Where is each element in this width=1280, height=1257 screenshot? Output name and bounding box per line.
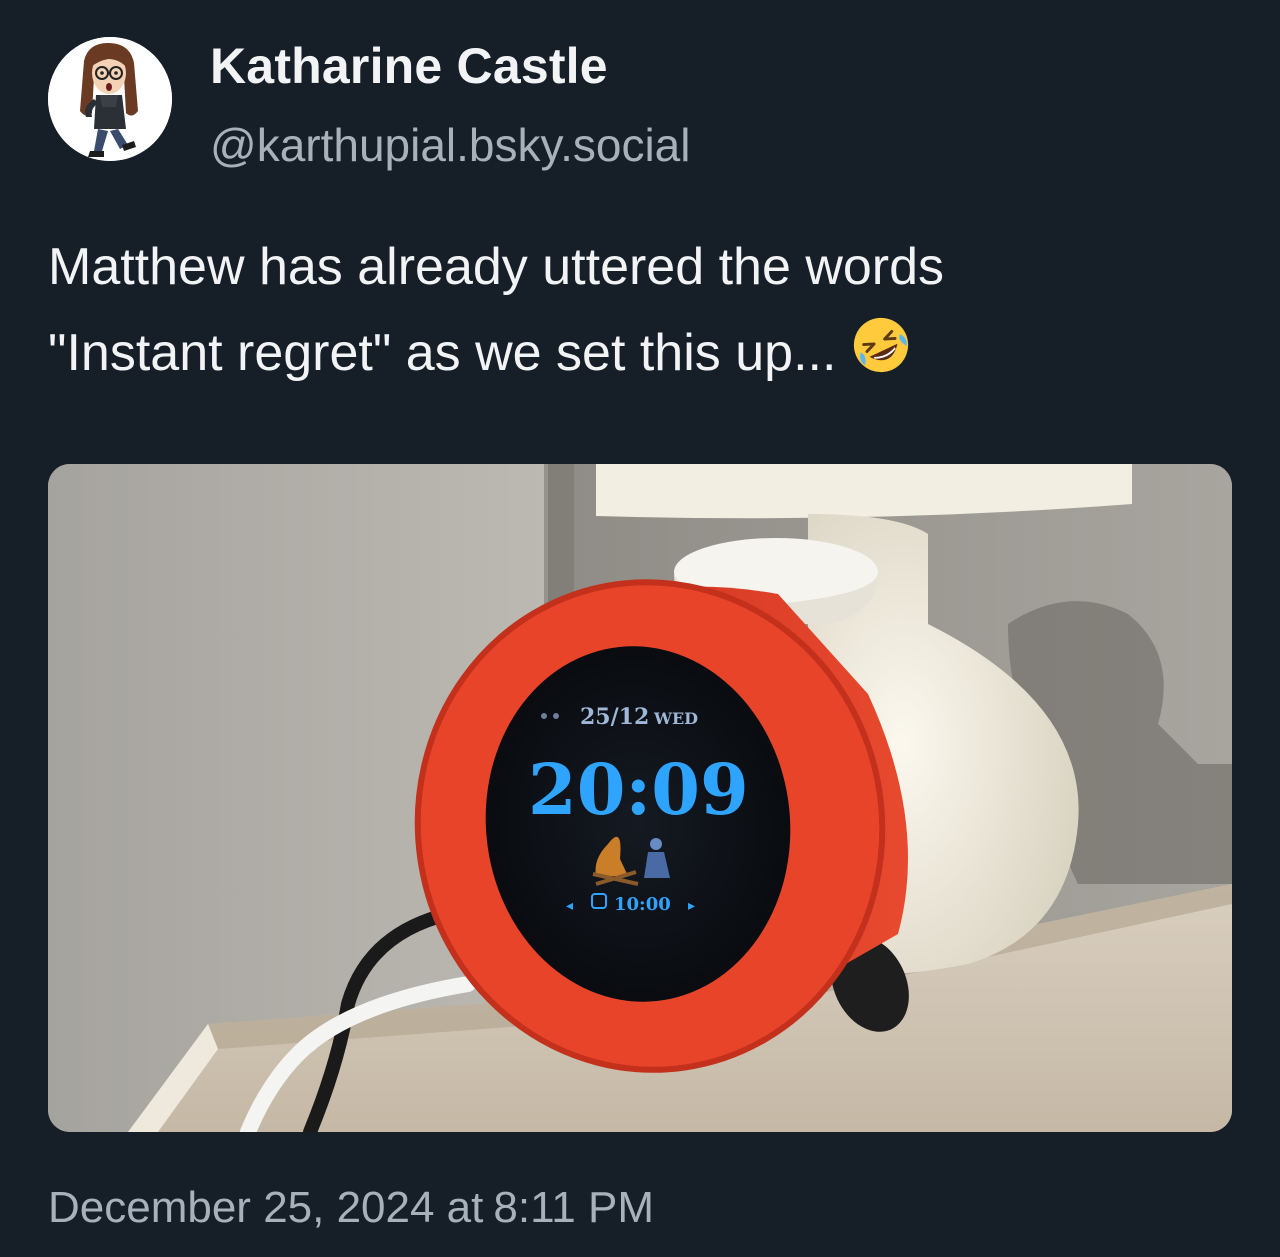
post-image[interactable]: 25/12 WED 20:09 ◂ 10:00 ▸ [48, 464, 1232, 1132]
post-text-line-2-text: "Instant regret" as we set this up... [48, 324, 837, 382]
clock-date: 25/12 [580, 704, 649, 730]
author-avatar[interactable] [48, 37, 172, 161]
post-text: Matthew has already uttered the words "I… [48, 224, 1248, 396]
author-handle[interactable]: @karthupial.bsky.social [210, 116, 690, 174]
post-card: Katharine Castle @karthupial.bsky.social… [0, 0, 1280, 1257]
author-display-name[interactable]: Katharine Castle [210, 36, 690, 96]
clock-alarm: 10:00 [614, 894, 671, 915]
timestamp-date: December 25, 2024 at [48, 1183, 484, 1232]
alarm-clock-photo: 25/12 WED 20:09 ◂ 10:00 ▸ [48, 464, 1232, 1132]
rolling-laughing-emoji-icon [854, 317, 909, 373]
author-info: Katharine Castle @karthupial.bsky.social [210, 36, 690, 174]
svg-text:◂: ◂ [566, 898, 573, 914]
post-timestamp[interactable]: December 25, 2024 at 8:11 PM [48, 1178, 654, 1238]
svg-text:▸: ▸ [688, 898, 695, 914]
clock-day: WED [653, 709, 698, 728]
post-text-line-1: Matthew has already uttered the words [48, 238, 945, 296]
timestamp-time: 8:11 PM [493, 1183, 654, 1232]
post-text-line-2: "Instant regret" as we set this up... [48, 310, 1248, 396]
avatar-illustration-icon [48, 37, 172, 161]
clock-time: 20:09 [528, 748, 749, 831]
